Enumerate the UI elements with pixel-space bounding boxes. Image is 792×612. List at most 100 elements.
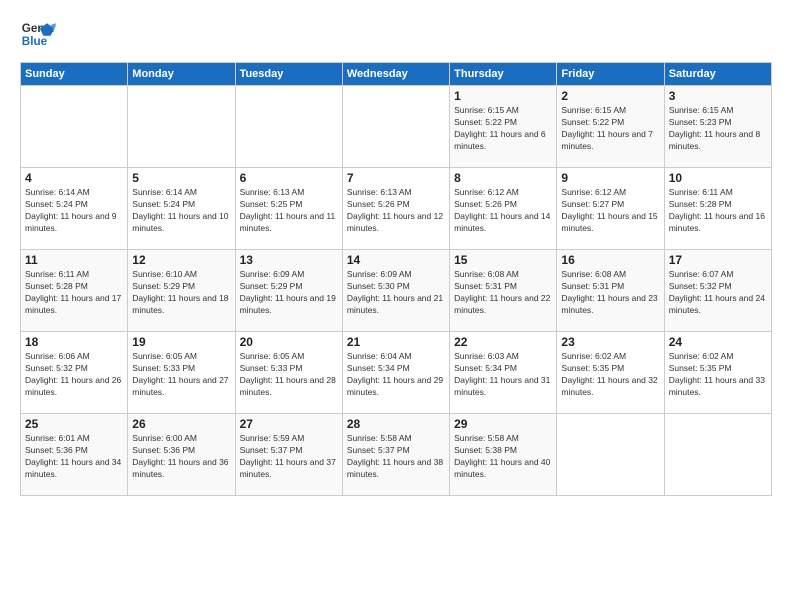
calendar-cell: 7 Sunrise: 6:13 AMSunset: 5:26 PMDaylight…	[342, 168, 449, 250]
day-info: Sunrise: 6:05 AMSunset: 5:33 PMDaylight:…	[132, 351, 230, 399]
calendar-cell: 1 Sunrise: 6:15 AMSunset: 5:22 PMDaylight…	[450, 86, 557, 168]
week-row-3: 11 Sunrise: 6:11 AMSunset: 5:28 PMDayligh…	[21, 250, 772, 332]
calendar-cell	[128, 86, 235, 168]
day-number: 27	[240, 417, 338, 431]
header-saturday: Saturday	[664, 63, 771, 86]
day-info: Sunrise: 6:03 AMSunset: 5:34 PMDaylight:…	[454, 351, 552, 399]
day-number: 14	[347, 253, 445, 267]
day-info: Sunrise: 6:09 AMSunset: 5:29 PMDaylight:…	[240, 269, 338, 317]
calendar-cell: 2 Sunrise: 6:15 AMSunset: 5:22 PMDaylight…	[557, 86, 664, 168]
day-number: 18	[25, 335, 123, 349]
calendar-cell: 17 Sunrise: 6:07 AMSunset: 5:32 PMDayligh…	[664, 250, 771, 332]
day-number: 11	[25, 253, 123, 267]
calendar-cell: 28 Sunrise: 5:58 AMSunset: 5:37 PMDayligh…	[342, 414, 449, 496]
day-number: 1	[454, 89, 552, 103]
day-info: Sunrise: 6:11 AMSunset: 5:28 PMDaylight:…	[669, 187, 767, 235]
calendar-cell: 12Sunrise: 6:10 AMSunset: 5:29 PMDayligh…	[128, 250, 235, 332]
calendar-cell	[342, 86, 449, 168]
day-info: Sunrise: 6:08 AMSunset: 5:31 PMDaylight:…	[454, 269, 552, 317]
day-info: Sunrise: 6:01 AMSunset: 5:36 PMDaylight:…	[25, 433, 123, 481]
header-friday: Friday	[557, 63, 664, 86]
day-info: Sunrise: 5:58 AMSunset: 5:38 PMDaylight:…	[454, 433, 552, 481]
day-info: Sunrise: 6:04 AMSunset: 5:34 PMDaylight:…	[347, 351, 445, 399]
day-info: Sunrise: 6:15 AMSunset: 5:22 PMDaylight:…	[561, 105, 659, 153]
logo: General Blue	[20, 16, 62, 52]
calendar-cell: 8Sunrise: 6:12 AMSunset: 5:26 PMDaylight…	[450, 168, 557, 250]
day-number: 7	[347, 171, 445, 185]
calendar-cell: 15 Sunrise: 6:08 AMSunset: 5:31 PMDayligh…	[450, 250, 557, 332]
day-info: Sunrise: 6:05 AMSunset: 5:33 PMDaylight:…	[240, 351, 338, 399]
logo-icon: General Blue	[20, 16, 56, 52]
day-info: Sunrise: 6:02 AMSunset: 5:35 PMDaylight:…	[561, 351, 659, 399]
header-thursday: Thursday	[450, 63, 557, 86]
calendar-cell	[21, 86, 128, 168]
calendar-cell: 19 Sunrise: 6:05 AMSunset: 5:33 PMDayligh…	[128, 332, 235, 414]
calendar-cell: 20 Sunrise: 6:05 AMSunset: 5:33 PMDayligh…	[235, 332, 342, 414]
day-info: Sunrise: 6:07 AMSunset: 5:32 PMDaylight:…	[669, 269, 767, 317]
day-info: Sunrise: 6:14 AMSunset: 5:24 PMDaylight:…	[132, 187, 230, 235]
day-number: 25	[25, 417, 123, 431]
day-info: Sunrise: 6:15 AMSunset: 5:22 PMDaylight:…	[454, 105, 552, 153]
calendar-cell	[557, 414, 664, 496]
calendar-cell: 13 Sunrise: 6:09 AMSunset: 5:29 PMDayligh…	[235, 250, 342, 332]
day-info: Sunrise: 6:11 AMSunset: 5:28 PMDaylight:…	[25, 269, 123, 317]
day-number: 10	[669, 171, 767, 185]
calendar-cell	[235, 86, 342, 168]
week-row-1: 1 Sunrise: 6:15 AMSunset: 5:22 PMDaylight…	[21, 86, 772, 168]
calendar-cell: 10 Sunrise: 6:11 AMSunset: 5:28 PMDayligh…	[664, 168, 771, 250]
calendar-cell: 24 Sunrise: 6:02 AMSunset: 5:35 PMDayligh…	[664, 332, 771, 414]
day-number: 2	[561, 89, 659, 103]
day-info: Sunrise: 6:14 AMSunset: 5:24 PMDaylight:…	[25, 187, 123, 235]
day-info: Sunrise: 5:59 AMSunset: 5:37 PMDaylight:…	[240, 433, 338, 481]
day-number: 24	[669, 335, 767, 349]
week-row-5: 25 Sunrise: 6:01 AMSunset: 5:36 PMDayligh…	[21, 414, 772, 496]
calendar-page: General Blue SundayMondayTuesdayWednesda…	[0, 0, 792, 612]
day-number: 22	[454, 335, 552, 349]
header-tuesday: Tuesday	[235, 63, 342, 86]
page-header: General Blue	[20, 16, 772, 52]
calendar-cell: 9Sunrise: 6:12 AMSunset: 5:27 PMDaylight…	[557, 168, 664, 250]
week-row-2: 4 Sunrise: 6:14 AMSunset: 5:24 PMDaylight…	[21, 168, 772, 250]
day-info: Sunrise: 6:09 AMSunset: 5:30 PMDaylight:…	[347, 269, 445, 317]
calendar-cell: 14 Sunrise: 6:09 AMSunset: 5:30 PMDayligh…	[342, 250, 449, 332]
header-wednesday: Wednesday	[342, 63, 449, 86]
day-number: 8	[454, 171, 552, 185]
day-number: 19	[132, 335, 230, 349]
calendar-cell: 26 Sunrise: 6:00 AMSunset: 5:36 PMDayligh…	[128, 414, 235, 496]
header-sunday: Sunday	[21, 63, 128, 86]
day-number: 12	[132, 253, 230, 267]
day-number: 17	[669, 253, 767, 267]
day-info: Sunrise: 6:13 AMSunset: 5:26 PMDaylight:…	[347, 187, 445, 235]
calendar-cell: 5 Sunrise: 6:14 AMSunset: 5:24 PMDaylight…	[128, 168, 235, 250]
day-info: Sunrise: 6:00 AMSunset: 5:36 PMDaylight:…	[132, 433, 230, 481]
calendar-cell: 23 Sunrise: 6:02 AMSunset: 5:35 PMDayligh…	[557, 332, 664, 414]
day-number: 26	[132, 417, 230, 431]
calendar-cell	[664, 414, 771, 496]
calendar-cell: 27 Sunrise: 5:59 AMSunset: 5:37 PMDayligh…	[235, 414, 342, 496]
day-number: 29	[454, 417, 552, 431]
day-number: 23	[561, 335, 659, 349]
day-info: Sunrise: 6:02 AMSunset: 5:35 PMDaylight:…	[669, 351, 767, 399]
day-info: Sunrise: 6:08 AMSunset: 5:31 PMDaylight:…	[561, 269, 659, 317]
day-number: 28	[347, 417, 445, 431]
day-number: 3	[669, 89, 767, 103]
calendar-cell: 11 Sunrise: 6:11 AMSunset: 5:28 PMDayligh…	[21, 250, 128, 332]
day-number: 13	[240, 253, 338, 267]
calendar-cell: 6Sunrise: 6:13 AMSunset: 5:25 PMDaylight…	[235, 168, 342, 250]
day-info: Sunrise: 6:06 AMSunset: 5:32 PMDaylight:…	[25, 351, 123, 399]
calendar-table: SundayMondayTuesdayWednesdayThursdayFrid…	[20, 62, 772, 496]
day-info: Sunrise: 5:58 AMSunset: 5:37 PMDaylight:…	[347, 433, 445, 481]
calendar-cell: 16 Sunrise: 6:08 AMSunset: 5:31 PMDayligh…	[557, 250, 664, 332]
day-number: 4	[25, 171, 123, 185]
day-info: Sunrise: 6:15 AMSunset: 5:23 PMDaylight:…	[669, 105, 767, 153]
calendar-cell: 4 Sunrise: 6:14 AMSunset: 5:24 PMDaylight…	[21, 168, 128, 250]
day-number: 9	[561, 171, 659, 185]
calendar-cell: 18 Sunrise: 6:06 AMSunset: 5:32 PMDayligh…	[21, 332, 128, 414]
calendar-cell: 3 Sunrise: 6:15 AMSunset: 5:23 PMDaylight…	[664, 86, 771, 168]
day-number: 15	[454, 253, 552, 267]
svg-text:Blue: Blue	[22, 35, 48, 48]
calendar-cell: 25 Sunrise: 6:01 AMSunset: 5:36 PMDayligh…	[21, 414, 128, 496]
day-number: 20	[240, 335, 338, 349]
day-number: 16	[561, 253, 659, 267]
day-number: 5	[132, 171, 230, 185]
